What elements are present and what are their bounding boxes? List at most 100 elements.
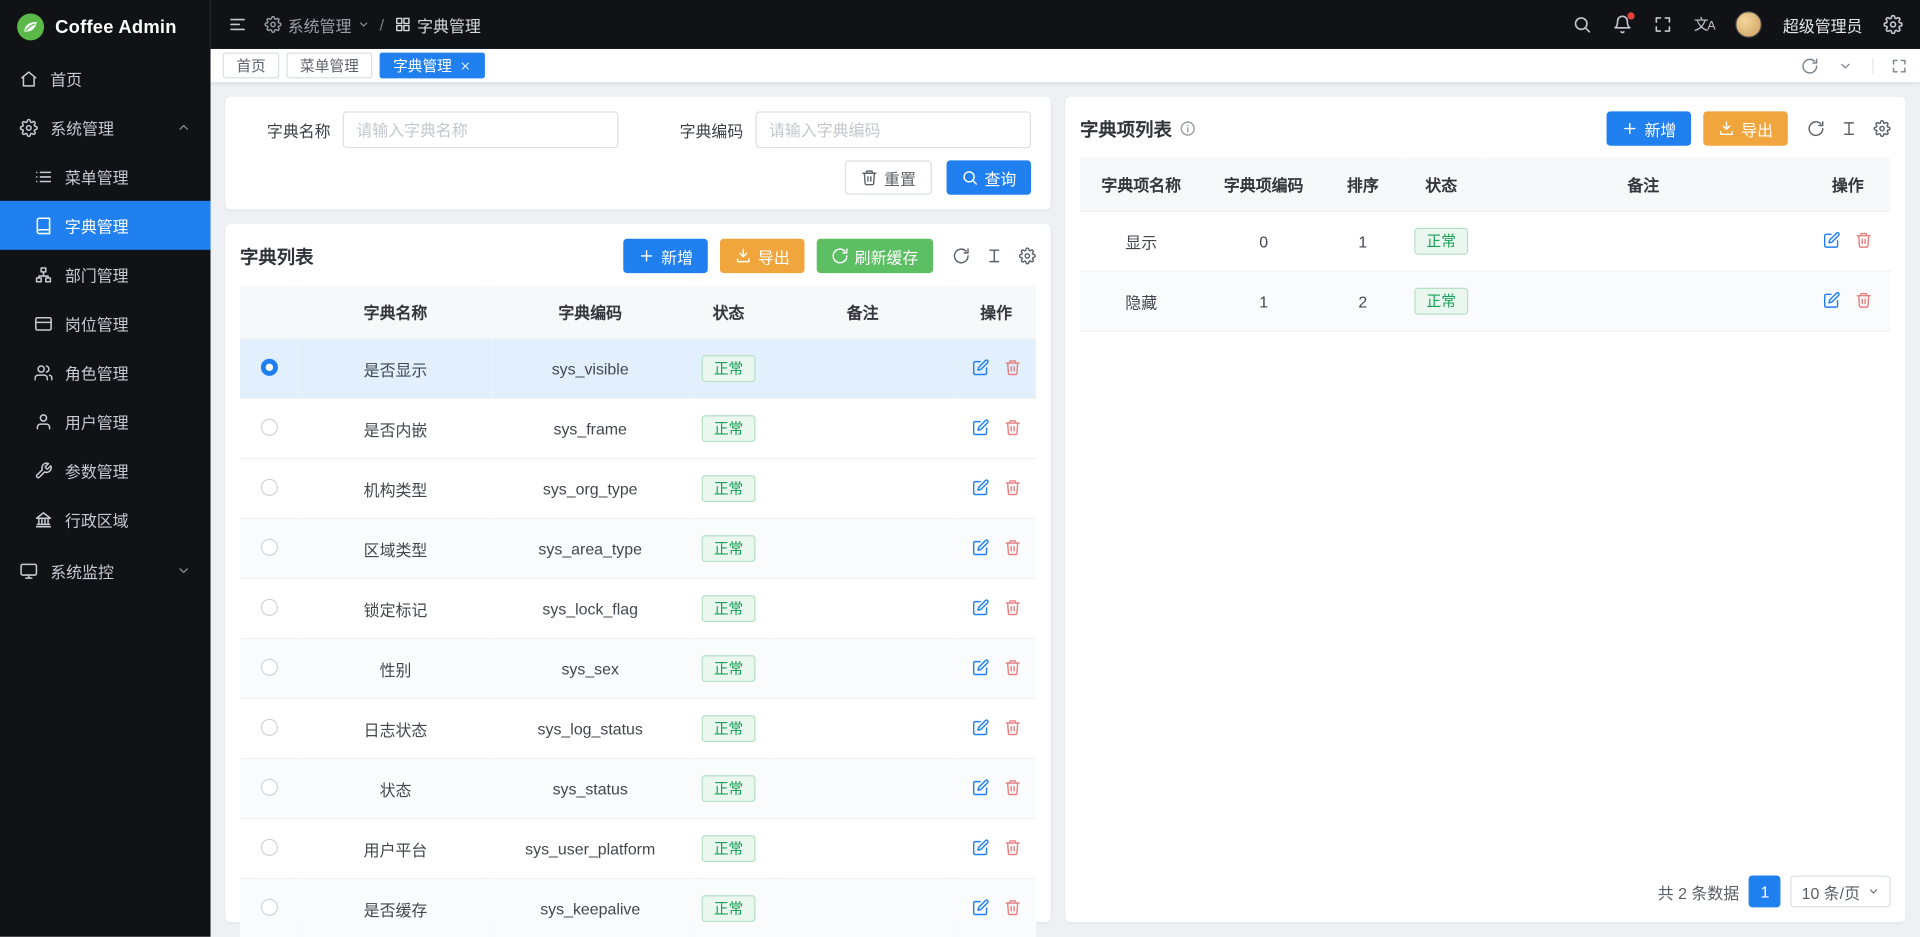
sidebar-item-admin-region[interactable]: 行政区域 bbox=[0, 495, 211, 544]
edit-icon[interactable] bbox=[972, 538, 989, 555]
page-button-1[interactable]: 1 bbox=[1749, 876, 1781, 908]
settings-gear-icon[interactable] bbox=[1883, 15, 1903, 35]
delete-icon[interactable] bbox=[1003, 658, 1020, 675]
item-sort-cell: 1 bbox=[1325, 211, 1401, 271]
fullscreen-icon[interactable] bbox=[1653, 15, 1673, 35]
page-size-select[interactable]: 10 条/页 bbox=[1791, 876, 1891, 908]
export-items-button[interactable]: 导出 bbox=[1703, 111, 1788, 145]
edit-icon[interactable] bbox=[972, 898, 989, 915]
avatar[interactable] bbox=[1735, 11, 1762, 38]
delete-icon[interactable] bbox=[1855, 291, 1872, 308]
delete-icon[interactable] bbox=[1003, 838, 1020, 855]
edit-icon[interactable] bbox=[972, 658, 989, 675]
edit-icon[interactable] bbox=[972, 838, 989, 855]
query-button[interactable]: 查询 bbox=[947, 160, 1032, 194]
tab-menu-management[interactable]: 菜单管理 bbox=[287, 53, 373, 79]
table-row[interactable]: 锁定标记 sys_lock_flag 正常 bbox=[240, 579, 1036, 639]
row-radio[interactable] bbox=[261, 478, 278, 495]
delete-icon[interactable] bbox=[1003, 538, 1020, 555]
reset-button[interactable]: 重置 bbox=[845, 160, 932, 194]
table-row[interactable]: 隐藏 1 2 正常 bbox=[1080, 271, 1891, 331]
table-row[interactable]: 日志状态 sys_log_status 正常 bbox=[240, 699, 1036, 759]
sidebar-collapse-icon[interactable] bbox=[228, 15, 248, 35]
export-button[interactable]: 导出 bbox=[720, 239, 805, 273]
table-row[interactable]: 性别 sys_sex 正常 bbox=[240, 639, 1036, 699]
tab-dict-management[interactable]: 字典管理 bbox=[380, 53, 485, 79]
table-row[interactable]: 是否内嵌 sys_frame 正常 bbox=[240, 399, 1036, 459]
delete-icon[interactable] bbox=[1003, 778, 1020, 795]
table-row[interactable]: 用户平台 sys_user_platform 正常 bbox=[240, 819, 1036, 879]
refresh-cache-button[interactable]: 刷新缓存 bbox=[817, 239, 933, 273]
table-row[interactable]: 机构类型 sys_org_type 正常 bbox=[240, 459, 1036, 519]
refresh-icon[interactable] bbox=[1807, 120, 1824, 137]
dict-code-input[interactable] bbox=[756, 111, 1032, 148]
add-item-button[interactable]: 新增 bbox=[1607, 111, 1692, 145]
delete-icon[interactable] bbox=[1003, 718, 1020, 735]
table-row[interactable]: 是否显示 sys_visible 正常 bbox=[240, 339, 1036, 399]
sidebar-item-param-management[interactable]: 参数管理 bbox=[0, 446, 211, 495]
sidebar-item-user-management[interactable]: 用户管理 bbox=[0, 397, 211, 446]
search-icon[interactable] bbox=[1573, 15, 1593, 35]
table-row[interactable]: 状态 sys_status 正常 bbox=[240, 759, 1036, 819]
refresh-icon[interactable] bbox=[1801, 57, 1818, 74]
edit-icon[interactable] bbox=[972, 778, 989, 795]
info-icon[interactable] bbox=[1179, 120, 1196, 137]
delete-icon[interactable] bbox=[1003, 358, 1020, 375]
remark-cell bbox=[769, 699, 956, 759]
row-radio[interactable] bbox=[261, 418, 278, 435]
sidebar-item-home[interactable]: 首页 bbox=[0, 54, 211, 103]
row-radio[interactable] bbox=[261, 598, 278, 615]
table-row[interactable]: 区域类型 sys_area_type 正常 bbox=[240, 519, 1036, 579]
delete-icon[interactable] bbox=[1003, 478, 1020, 495]
row-radio[interactable] bbox=[261, 838, 278, 855]
status-tag: 正常 bbox=[702, 355, 756, 382]
edit-icon[interactable] bbox=[972, 718, 989, 735]
content-fullscreen-icon[interactable] bbox=[1872, 57, 1908, 74]
row-radio[interactable] bbox=[261, 718, 278, 735]
sidebar-item-system-management[interactable]: 系统管理 bbox=[0, 103, 211, 152]
sidebar-item-dept-management[interactable]: 部门管理 bbox=[0, 250, 211, 299]
row-radio[interactable] bbox=[261, 778, 278, 795]
row-radio[interactable] bbox=[261, 538, 278, 555]
delete-icon[interactable] bbox=[1003, 598, 1020, 615]
edit-icon[interactable] bbox=[972, 418, 989, 435]
delete-icon[interactable] bbox=[1003, 898, 1020, 915]
row-radio[interactable] bbox=[261, 658, 278, 675]
notification-bell-icon[interactable] bbox=[1613, 15, 1633, 35]
edit-icon[interactable] bbox=[972, 478, 989, 495]
app-logo[interactable]: Coffee Admin bbox=[0, 0, 211, 54]
refresh-icon[interactable] bbox=[953, 247, 970, 264]
table-settings-gear-icon[interactable] bbox=[1019, 247, 1036, 264]
row-radio[interactable] bbox=[261, 898, 278, 915]
trash-icon bbox=[861, 169, 878, 186]
column-settings-icon[interactable] bbox=[1840, 120, 1857, 137]
column-settings-icon[interactable] bbox=[986, 247, 1003, 264]
edit-icon[interactable] bbox=[972, 358, 989, 375]
chevron-down-icon[interactable] bbox=[1838, 58, 1853, 73]
breadcrumb-system-management[interactable]: 系统管理 bbox=[264, 13, 369, 36]
row-radio[interactable] bbox=[261, 358, 278, 375]
table-row[interactable]: 是否缓存 sys_keepalive 正常 bbox=[240, 879, 1036, 937]
edit-icon[interactable] bbox=[972, 598, 989, 615]
close-icon[interactable] bbox=[459, 59, 471, 71]
translate-icon[interactable]: 文A bbox=[1694, 17, 1714, 33]
delete-icon[interactable] bbox=[1855, 231, 1872, 248]
item-code-cell: 0 bbox=[1202, 211, 1324, 271]
edit-icon[interactable] bbox=[1823, 231, 1840, 248]
tab-home[interactable]: 首页 bbox=[223, 53, 279, 79]
sidebar-item-menu-management[interactable]: 菜单管理 bbox=[0, 152, 211, 201]
table-row[interactable]: 显示 0 1 正常 bbox=[1080, 211, 1891, 271]
add-button[interactable]: 新增 bbox=[623, 239, 708, 273]
table-settings-gear-icon[interactable] bbox=[1873, 120, 1890, 137]
sidebar-item-system-monitor[interactable]: 系统监控 bbox=[0, 546, 211, 595]
dict-code-cell: sys_lock_flag bbox=[492, 579, 688, 639]
dict-name-input[interactable] bbox=[343, 111, 619, 148]
edit-icon[interactable] bbox=[1823, 291, 1840, 308]
radio-column-header bbox=[240, 285, 299, 338]
coffee-leaf-logo-icon bbox=[16, 12, 45, 41]
sidebar-item-role-management[interactable]: 角色管理 bbox=[0, 348, 211, 397]
chevron-down-icon bbox=[1867, 885, 1879, 897]
delete-icon[interactable] bbox=[1003, 418, 1020, 435]
sidebar-item-dict-management[interactable]: 字典管理 bbox=[0, 201, 211, 250]
sidebar-item-post-management[interactable]: 岗位管理 bbox=[0, 299, 211, 348]
